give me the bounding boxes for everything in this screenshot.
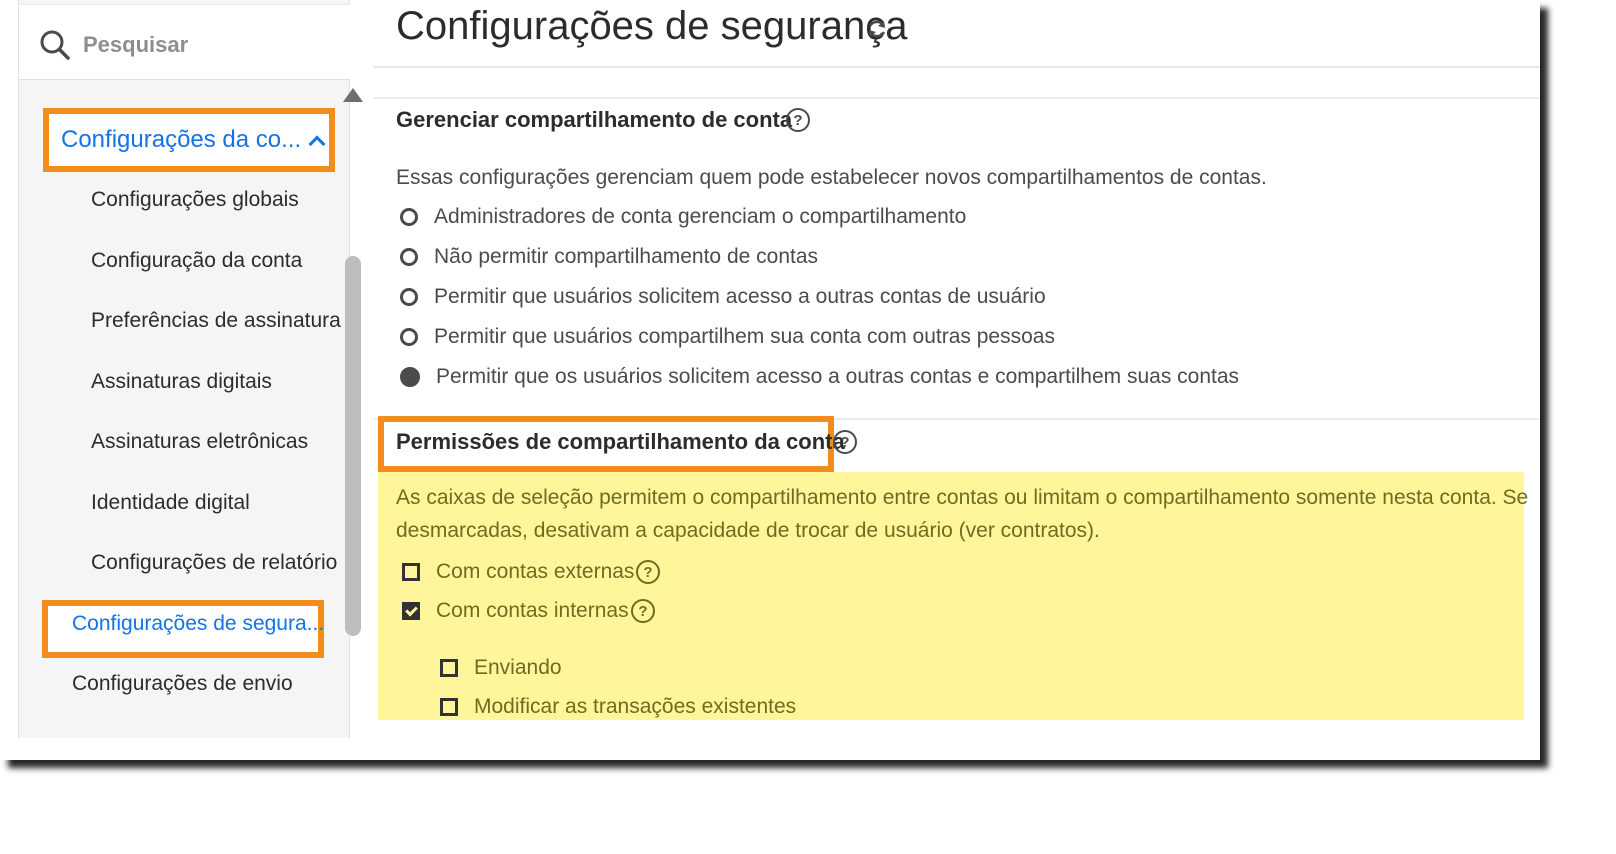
manage-sharing-description: Essas configurações gerenciam quem pode …: [396, 166, 1267, 189]
checkbox-label: Enviando: [474, 656, 562, 679]
main-content: Configurações de segurança Gerenciar com…: [374, 0, 1540, 760]
permissions-description-line2: desmarcadas, desativam a capacidade de t…: [396, 519, 1100, 542]
sidebar-item-send-settings[interactable]: Configurações de envio: [72, 672, 293, 696]
radio-request-access[interactable]: Permitir que usuários solicitem acesso a…: [400, 282, 1046, 312]
permissions-description-line1: As caixas de seleção permitem o comparti…: [396, 486, 1529, 509]
checkbox-sending[interactable]: Enviando: [440, 653, 562, 683]
radio-share-own-account[interactable]: Permitir que usuários compartilhem sua c…: [400, 322, 1055, 352]
checkbox-label: Modificar as transações existentes: [474, 695, 797, 718]
checkbox-label: Com contas internas: [436, 599, 629, 622]
help-icon[interactable]: ?: [631, 599, 655, 623]
radio-button-selected[interactable]: [400, 367, 420, 387]
radio-admins-manage[interactable]: Administradores de conta gerenciam o com…: [400, 202, 966, 232]
sidebar-item-global-settings[interactable]: Configurações globais: [91, 188, 299, 212]
checkbox-internal-accounts[interactable]: Com contas internas: [402, 596, 629, 626]
sidebar-section-account-settings[interactable]: Configurações da co...: [43, 108, 335, 172]
checkbox-label: Com contas externas: [436, 560, 635, 583]
radio-button[interactable]: [400, 328, 418, 346]
sidebar-item-security-settings[interactable]: Configurações de segura...: [72, 612, 324, 636]
radio-label: Administradores de conta gerenciam o com…: [434, 205, 967, 228]
radio-label: Não permitir compartilhamento de contas: [434, 245, 819, 268]
radio-button[interactable]: [400, 208, 418, 226]
sidebar-item-account-setup[interactable]: Configuração da conta: [91, 249, 302, 273]
search-box: [19, 4, 350, 80]
radio-button[interactable]: [400, 248, 418, 266]
sidebar-item-digital-identity[interactable]: Identidade digital: [91, 491, 250, 515]
page-title: Configurações de segurança: [396, 4, 908, 48]
title-divider: [374, 66, 1540, 68]
help-icon[interactable]: ?: [833, 430, 857, 454]
radio-button[interactable]: [400, 288, 418, 306]
sidebar-item-report-settings[interactable]: Configurações de relatório: [91, 551, 337, 575]
sidebar-scrollbar-thumb[interactable]: [345, 256, 361, 636]
checkbox-checked[interactable]: [402, 602, 420, 620]
search-input[interactable]: [83, 27, 333, 63]
checkbox-external-accounts[interactable]: Com contas externas: [402, 557, 634, 587]
checkbox[interactable]: [440, 659, 458, 677]
help-icon[interactable]: ?: [636, 560, 660, 584]
refresh-icon[interactable]: [866, 18, 888, 40]
search-icon: [40, 30, 70, 60]
checkbox-modify-transactions[interactable]: Modificar as transações existentes: [440, 692, 796, 722]
help-icon[interactable]: ?: [786, 108, 810, 132]
permissions-heading: Permissões de compartilhamento da conta: [396, 429, 845, 454]
radio-label: Permitir que usuários compartilhem sua c…: [434, 325, 1055, 348]
sidebar-item-electronic-signatures[interactable]: Assinaturas eletrônicas: [91, 430, 308, 454]
chevron-up-icon: [308, 135, 326, 153]
radio-label: Permitir que usuários solicitem acesso a…: [434, 285, 1046, 308]
sidebar-item-signature-preferences[interactable]: Preferências de assinatura: [91, 309, 341, 333]
app-window: Configurações da co... Configurações glo…: [0, 0, 1540, 760]
checkbox[interactable]: [402, 563, 420, 581]
sidebar-section-label: Configurações da co...: [61, 126, 302, 153]
scroll-up-arrow-icon[interactable]: [343, 88, 363, 102]
radio-request-and-share[interactable]: Permitir que os usuários solicitem acess…: [400, 362, 1239, 392]
section-divider: [374, 97, 1540, 99]
radio-label: Permitir que os usuários solicitem acess…: [436, 365, 1240, 388]
manage-sharing-heading: Gerenciar compartilhamento de conta: [396, 107, 793, 132]
radio-no-sharing[interactable]: Não permitir compartilhamento de contas: [400, 242, 818, 272]
permissions-callout: As caixas de seleção permitem o comparti…: [378, 472, 1528, 722]
checkbox[interactable]: [440, 698, 458, 716]
sidebar-item-digital-signatures[interactable]: Assinaturas digitais: [91, 370, 272, 394]
